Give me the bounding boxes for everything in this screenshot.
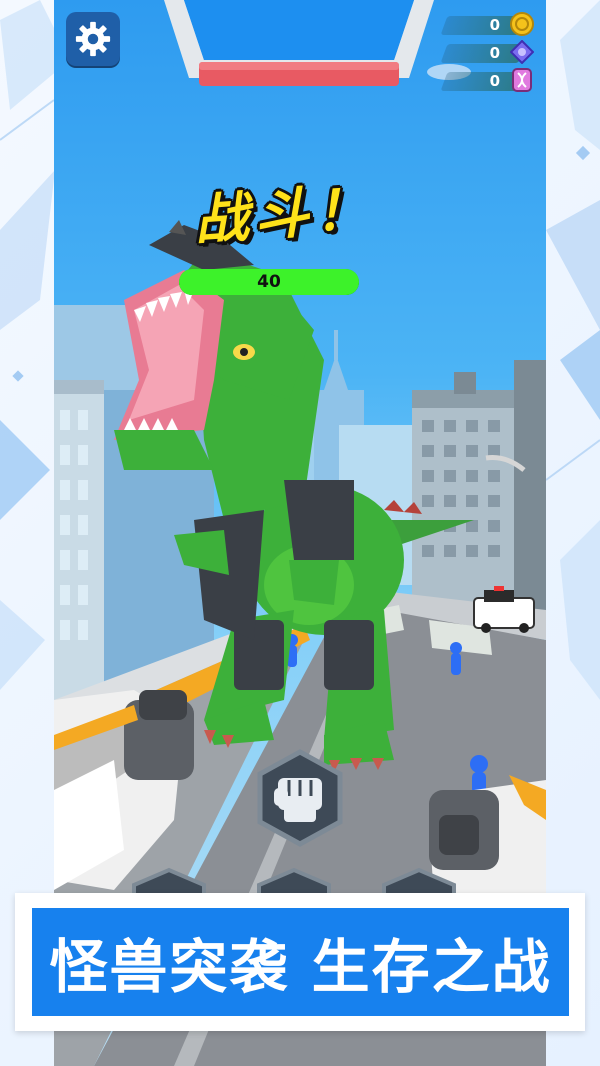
battle-title: 战斗！ <box>192 176 377 253</box>
boss-health-bar: 40 <box>179 269 359 295</box>
attack-button[interactable] <box>254 748 346 848</box>
promo-banner-inner: 怪兽突袭 生存之战 <box>32 908 569 1016</box>
coin-counter: 0 <box>440 12 534 36</box>
coin-count: 0 <box>489 16 500 34</box>
gem-icon <box>510 40 534 64</box>
boss-health-value: 40 <box>257 272 281 292</box>
gem-count: 0 <box>489 44 500 62</box>
dna-count: 0 <box>489 72 500 90</box>
settings-button[interactable] <box>66 12 120 66</box>
promo-page: 0 0 0 战斗！ 40 怪兽突袭 生存之战 <box>0 0 600 1066</box>
gear-icon <box>75 21 111 57</box>
gem-counter: 0 <box>440 40 534 64</box>
promo-banner: 怪兽突袭 生存之战 <box>15 893 585 1031</box>
dna-counter: 0 <box>440 68 534 92</box>
boss-frame <box>164 0 434 86</box>
promo-banner-text: 怪兽突袭 生存之战 <box>49 933 552 1001</box>
coin-icon <box>510 12 534 36</box>
dna-icon <box>512 68 532 92</box>
